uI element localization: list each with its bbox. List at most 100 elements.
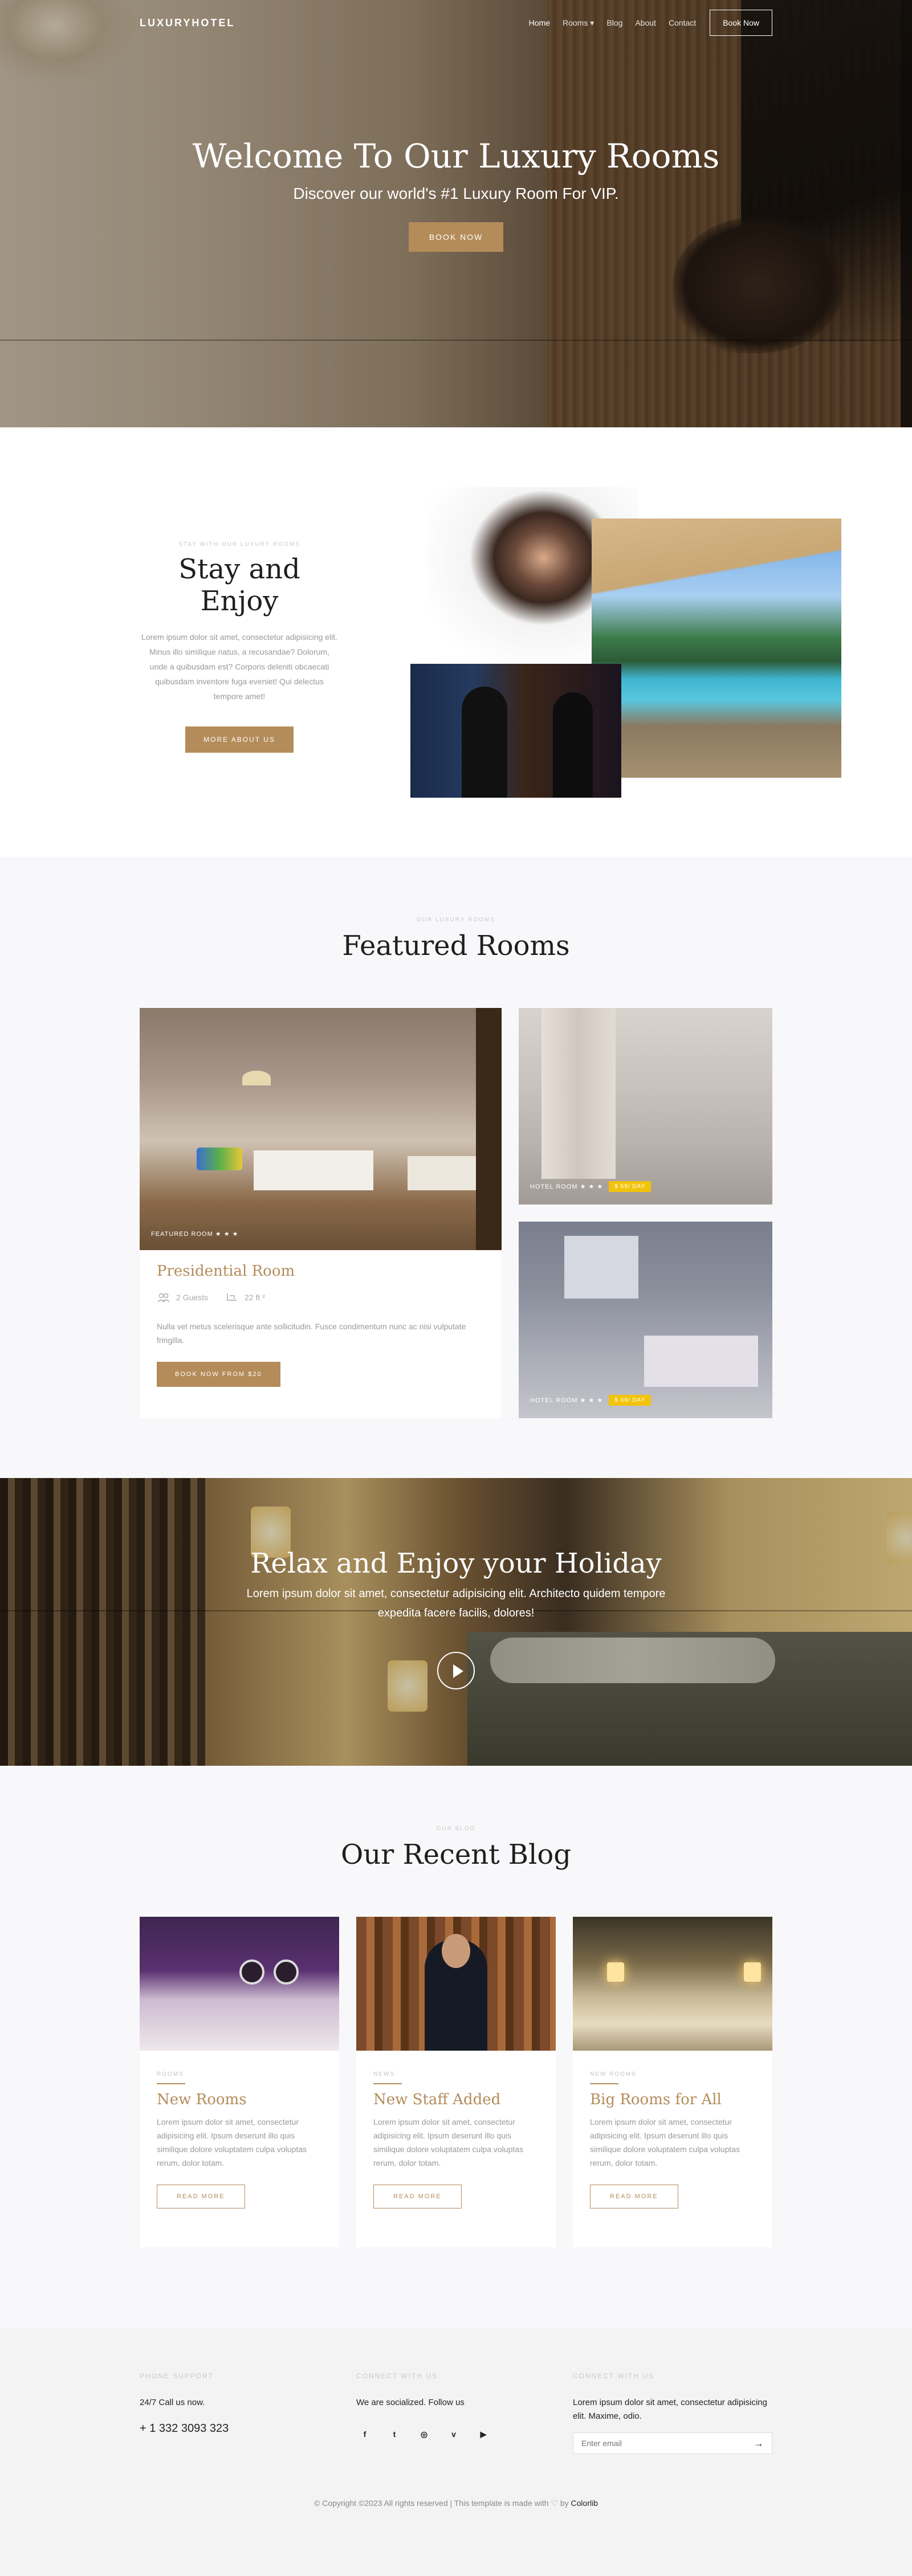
hotel-room-label-1: HOTEL ROOM ★ ★ ★ $ 69/ DAY — [530, 1181, 652, 1192]
featured-rooms-section: OUR LUXURY ROOMS Featured Rooms FEATURED… — [0, 857, 912, 1478]
featured-room-title[interactable]: Presidential Room — [157, 1263, 484, 1280]
room-size: 22 ft ² — [245, 1293, 265, 1302]
stay-text: STAY WITH OUR LUXURY ROOMS Stay and Enjo… — [140, 541, 339, 753]
blog-post-title-3[interactable]: Big Rooms for All — [590, 2091, 755, 2108]
nav-link-about[interactable]: About — [635, 18, 656, 27]
more-about-us-button[interactable]: MORE ABOUT US — [185, 726, 294, 753]
featured-title: Featured Rooms — [342, 930, 570, 962]
relax-text: Relax and Enjoy your Holiday Lorem ipsum… — [0, 1548, 912, 1623]
lamp-shape-right — [744, 1962, 761, 1982]
blog-post-body-3: NEW ROOMS Big Rooms for All Lorem ipsum … — [573, 2071, 772, 2208]
area-icon — [227, 1293, 237, 1301]
lamp-shape — [242, 1071, 271, 1085]
hotel-room-rating-1: HOTEL ROOM ★ ★ ★ — [530, 1183, 604, 1190]
price-badge-2: $ 69/ DAY — [609, 1395, 652, 1406]
blog-post-card-1[interactable]: ROOMS New Rooms Lorem ipsum dolor sit am… — [140, 1917, 339, 2247]
connect-heading: CONNECT WITH US — [356, 2372, 438, 2380]
blog-post-card-2[interactable]: NEWS New Staff Added Lorem ipsum dolor s… — [356, 1917, 556, 2247]
guests-count: 2 Guests — [176, 1293, 209, 1302]
nav-link-blog[interactable]: Blog — [606, 18, 622, 27]
hero-section: LUXURYHOTEL Home Rooms ▾ Blog About Cont… — [0, 0, 912, 427]
guest-shape — [553, 692, 593, 798]
blog-post-body-1: ROOMS New Rooms Lorem ipsum dolor sit am… — [140, 2071, 339, 2208]
read-more-button-1[interactable]: READ MORE — [157, 2185, 245, 2208]
blog-post-category-1: ROOMS — [157, 2071, 184, 2077]
blog-post-title-1[interactable]: New Rooms — [157, 2091, 322, 2108]
facebook-icon[interactable]: f — [356, 2426, 373, 2443]
blog-post-category-3: NEW ROOMS — [590, 2071, 637, 2077]
blog-post-excerpt-1: Lorem ipsum dolor sit amet, consectetur … — [157, 2117, 307, 2167]
blog-post-title-2[interactable]: New Staff Added — [373, 2091, 539, 2108]
social-links: f t ◎ v ▶ — [356, 2426, 556, 2443]
blog-post-card-3[interactable]: NEW ROOMS Big Rooms for All Lorem ipsum … — [573, 1917, 772, 2247]
read-more-button-2[interactable]: READ MORE — [373, 2185, 462, 2208]
featured-room-card[interactable]: FEATURED ROOM ★ ★ ★ Presidential Room 2 … — [140, 1008, 502, 1418]
category-rule-3 — [590, 2083, 618, 2084]
stay-body: Lorem ipsum dolor sit amet, consectetur … — [141, 632, 337, 701]
staff-face-shape — [442, 1934, 470, 1968]
footer-phone-column: PHONE SUPPORT 24/7 Call us now. + 1 332 … — [140, 2372, 339, 2435]
featured-heading: OUR LUXURY ROOMS Featured Rooms — [0, 917, 912, 962]
bed-shape — [254, 1150, 373, 1190]
nav-link-contact[interactable]: Contact — [669, 18, 696, 27]
blog-eyebrow: OUR BLOG — [436, 1826, 476, 1832]
youtube-icon[interactable]: ▶ — [475, 2426, 492, 2443]
blog-post-excerpt-2: Lorem ipsum dolor sit amet, consectetur … — [373, 2117, 524, 2167]
play-video-button[interactable] — [437, 1652, 475, 1689]
wall-frame-2 — [274, 1959, 299, 1985]
twitter-icon[interactable]: t — [386, 2426, 403, 2443]
stay-photo-bar — [410, 664, 621, 798]
footer-social-column: CONNECT WITH US We are socialized. Follo… — [356, 2372, 556, 2443]
footer-subscribe-column: CONNECT WITH US Lorem ipsum dolor sit am… — [573, 2372, 772, 2454]
featured-room-description: Nulla vel metus scelerisque ante sollici… — [157, 1322, 466, 1345]
bartender-shape — [462, 687, 507, 798]
nav-link-home[interactable]: Home — [529, 18, 550, 27]
copyright: © Copyright ©2023 All rights reserved | … — [0, 2499, 912, 2508]
phone-support-heading: PHONE SUPPORT — [140, 2372, 214, 2380]
stay-eyebrow: STAY WITH OUR LUXURY ROOMS — [178, 541, 300, 548]
nav-links: Home Rooms ▾ Blog About Contact Book Now — [516, 10, 772, 36]
arrow-right-icon[interactable]: → — [754, 2438, 764, 2450]
top-navbar: LUXURYHOTEL Home Rooms ▾ Blog About Cont… — [0, 0, 912, 46]
read-more-button-3[interactable]: READ MORE — [590, 2185, 678, 2208]
guests-icon — [157, 1293, 170, 1303]
hero-book-now-button[interactable]: BOOK NOW — [408, 222, 504, 252]
book-now-from-button[interactable]: BOOK NOW FROM $20 — [157, 1362, 280, 1387]
hero-text: Welcome To Our Luxury Rooms Discover our… — [0, 137, 912, 252]
nav-book-now-button[interactable]: Book Now — [710, 10, 772, 36]
blog-post-image-1 — [140, 1917, 339, 2051]
email-field[interactable] — [581, 2439, 754, 2448]
relax-title: Relax and Enjoy your Holiday — [250, 1548, 662, 1579]
hero-subtitle: Discover our world's #1 Luxury Room For … — [293, 185, 619, 202]
instagram-icon[interactable]: ◎ — [416, 2426, 433, 2443]
vimeo-icon[interactable]: v — [445, 2426, 462, 2443]
colorlib-link[interactable]: Colorlib — [571, 2499, 598, 2508]
phone-number[interactable]: + 1 332 3093 323 — [140, 2422, 339, 2435]
blog-post-image-3 — [573, 1917, 772, 2051]
nav-link-rooms-label: Rooms — [563, 18, 588, 27]
featured-eyebrow: OUR LUXURY ROOMS — [417, 917, 495, 923]
featured-room-body: Presidential Room 2 Guests 22 ft ² Nulla… — [140, 1250, 502, 1399]
nav-link-rooms[interactable]: Rooms ▾ — [563, 18, 594, 28]
site-footer: PHONE SUPPORT 24/7 Call us now. + 1 332 … — [0, 2328, 912, 2576]
featured-room-image: FEATURED ROOM ★ ★ ★ — [140, 1008, 502, 1250]
blog-post-category-2: NEWS — [373, 2071, 395, 2077]
wall-frame-1 — [239, 1959, 264, 1985]
category-rule-2 — [373, 2083, 402, 2084]
site-logo[interactable]: LUXURYHOTEL — [140, 17, 235, 29]
blog-section: OUR BLOG Our Recent Blog ROOMS New Rooms… — [0, 1766, 912, 2328]
subscribe-text: Lorem ipsum dolor sit amet, consectetur … — [573, 2398, 767, 2421]
copyright-text: © Copyright ©2023 All rights reserved | … — [314, 2499, 569, 2508]
stay-photo-pool — [592, 519, 841, 778]
blog-post-image-2 — [356, 1917, 556, 2051]
blog-heading: OUR BLOG Our Recent Blog — [0, 1826, 912, 1871]
hotel-room-card-2[interactable]: HOTEL ROOM ★ ★ ★ $ 69/ DAY — [519, 1222, 772, 1418]
pillow-shape — [197, 1148, 242, 1170]
blog-title: Our Recent Blog — [340, 1839, 571, 1871]
connect-text: We are socialized. Follow us — [356, 2398, 465, 2407]
blog-post-excerpt-3: Lorem ipsum dolor sit amet, consectetur … — [590, 2117, 740, 2167]
hotel-room-card-1[interactable]: HOTEL ROOM ★ ★ ★ $ 69/ DAY — [519, 1008, 772, 1205]
hotel-room-label-2: HOTEL ROOM ★ ★ ★ $ 69/ DAY — [530, 1395, 652, 1406]
featured-room-label: FEATURED ROOM ★ ★ ★ — [151, 1231, 239, 1238]
blog-post-body-2: NEWS New Staff Added Lorem ipsum dolor s… — [356, 2071, 556, 2208]
